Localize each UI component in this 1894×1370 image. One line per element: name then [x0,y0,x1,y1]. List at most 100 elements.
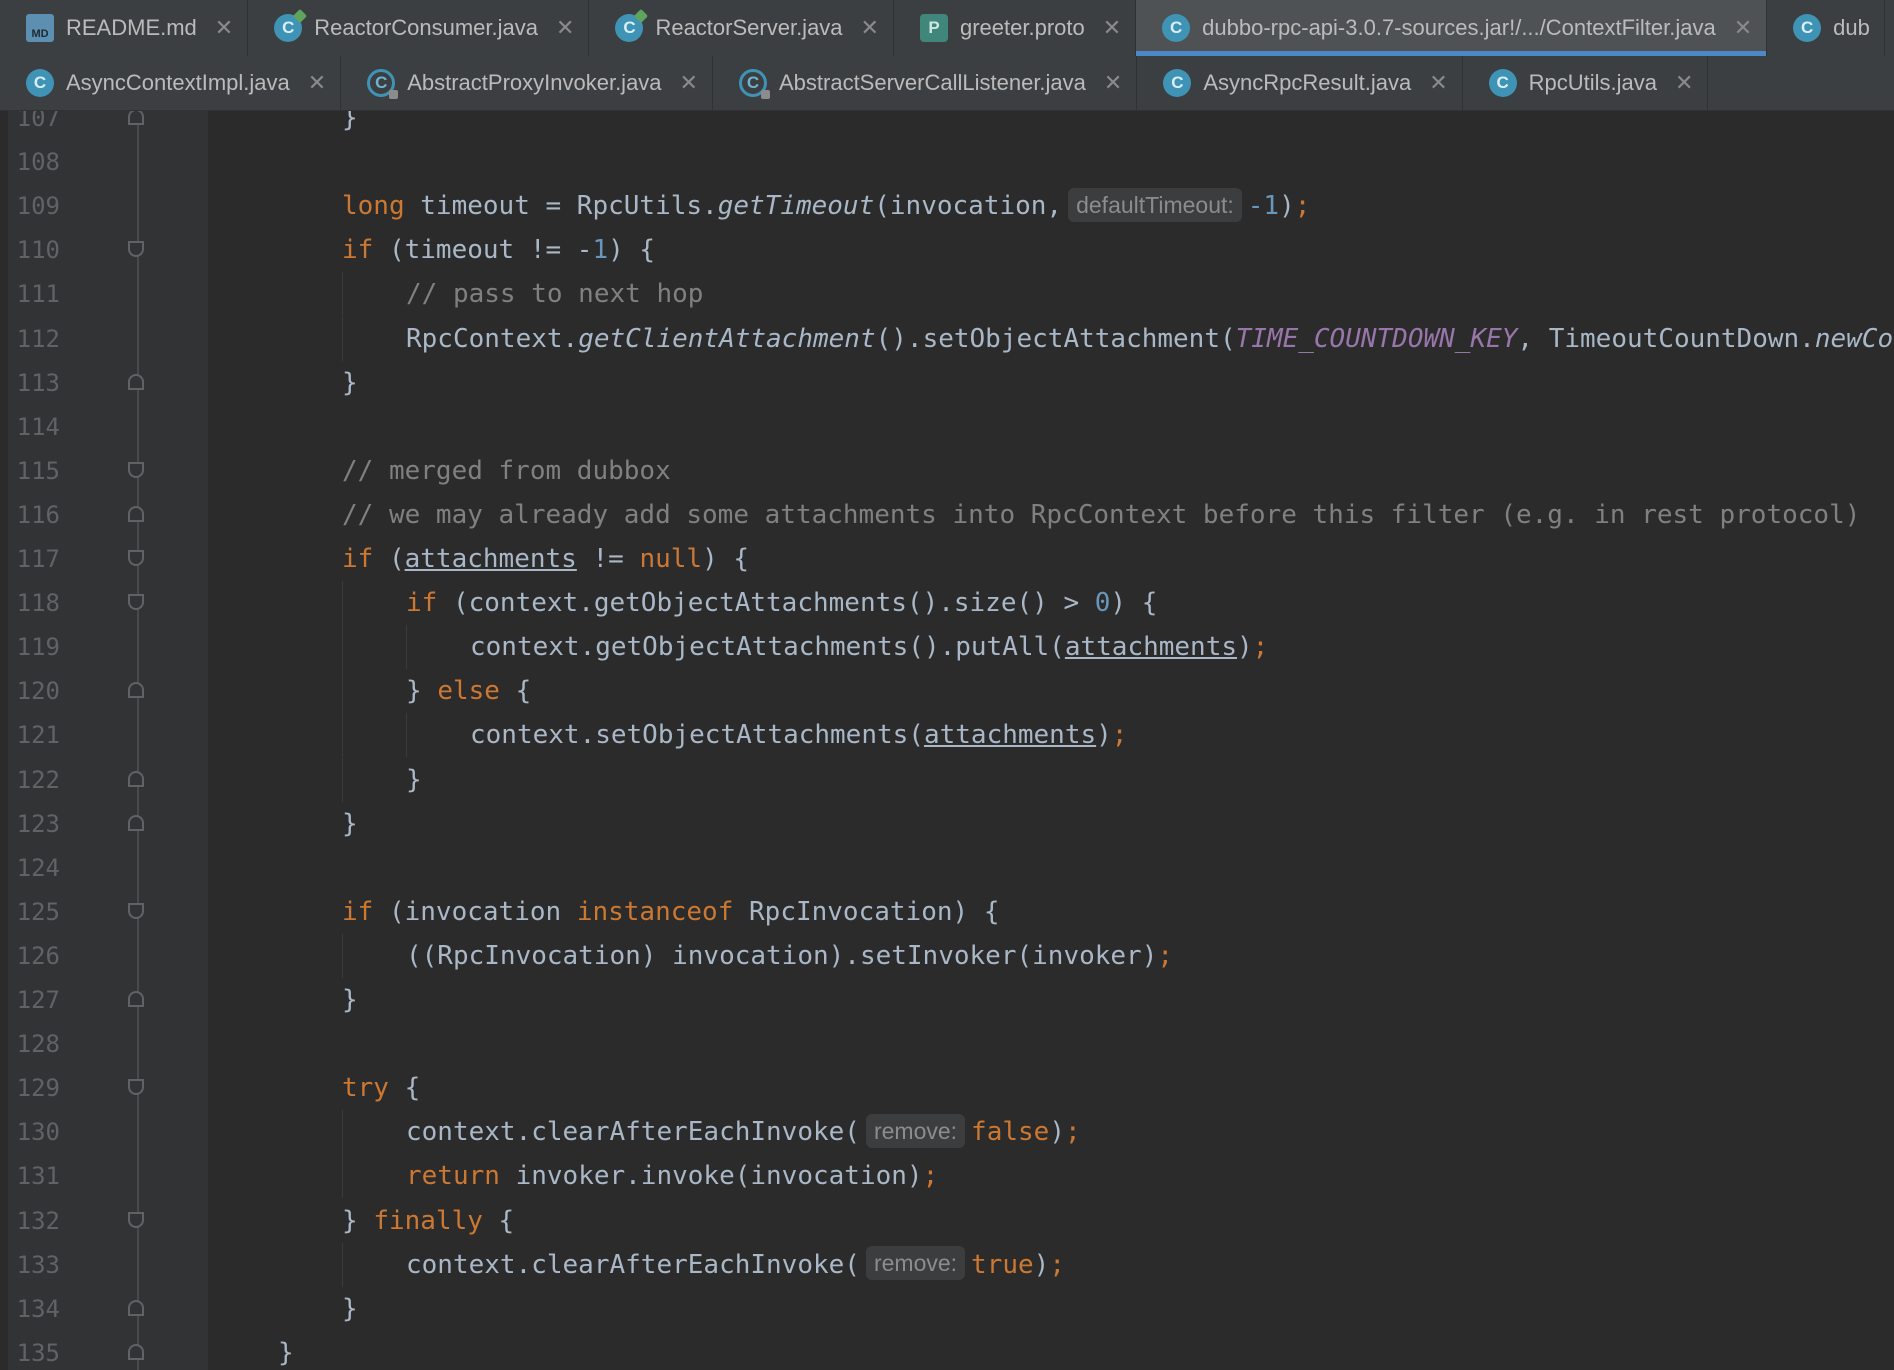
code-line[interactable]: 107} [0,111,1894,140]
code-line[interactable]: 130 context.clearAfterEachInvoke(remove: f… [0,1110,1894,1155]
code-line[interactable]: 129 try { [0,1066,1894,1110]
code-text: } [278,1287,358,1331]
code-line[interactable]: 131 return invoker.invoke(invocation); [0,1154,1894,1199]
fold-end-icon[interactable] [128,1343,144,1360]
close-tab-icon[interactable]: ✕ [215,17,233,39]
fold-open-icon[interactable] [128,550,144,566]
close-tab-icon[interactable]: ✕ [680,72,698,94]
code-line[interactable]: 111 // pass to next hop [0,272,1894,317]
fold-end-icon[interactable] [128,814,144,831]
code-line[interactable]: 133 context.clearAfterEachInvoke(remove: t… [0,1242,1894,1287]
code-line[interactable]: 124 [0,846,1894,890]
code-token: 1 [592,235,609,266]
code-line[interactable]: 119 context.getObjectAttachments().putAll… [0,625,1894,670]
code-token: { [499,676,532,707]
close-tab-icon[interactable]: ✕ [1734,17,1752,39]
fold-end-icon[interactable] [128,373,144,390]
indent-guide [278,272,342,316]
tab-greeter-proto[interactable]: Pgreeter.proto ✕ [894,0,1137,56]
code-token: ; [1294,191,1311,222]
indent-guide [278,890,342,934]
close-tab-icon[interactable]: ✕ [1104,72,1122,94]
code-line[interactable]: 109 long timeout = RpcUtils.getTimeout(in… [0,184,1894,228]
code-token: context.clearAfterEachInvoke( [406,1249,860,1280]
tab-dubbo-rpc-api-3-0-7-sources-jar-contextfilter-java[interactable]: Cdubbo-rpc-api-3.0.7-sources.jar!/.../Co… [1136,0,1768,56]
indent-guide [342,669,406,714]
code-line[interactable]: 126 ((RpcInvocation) invocation).setInvok… [0,933,1894,978]
tab-asyncrpcresult-java[interactable]: C AsyncRpcResult.java ✕ [1137,56,1463,110]
close-tab-icon[interactable]: ✕ [1675,72,1693,94]
indent-guide [278,111,342,140]
fold-end-icon[interactable] [128,505,144,522]
code-line[interactable]: 116 // we may already add some attachment… [0,493,1894,537]
tab-reactorconsumer-java[interactable]: C ReactorConsumer.java ✕ [248,0,590,56]
code-line[interactable]: 115 // merged from dubbox [0,449,1894,493]
fold-end-icon[interactable] [128,1299,144,1316]
code-line[interactable]: 121 context.setObjectAttachments(attachme… [0,713,1894,758]
fold-open-icon[interactable] [128,241,144,258]
code-line[interactable]: 127} [0,978,1894,1022]
fold-end-icon[interactable] [128,682,144,699]
tab-readme-md[interactable]: MD README.md ✕ [0,0,249,56]
code-token: ) { [1110,588,1158,619]
code-token: ; [1064,1117,1081,1148]
locked-class-icon: C [738,69,770,99]
fold-end-icon[interactable] [128,770,144,787]
code-line[interactable]: 118 if (context.getObjectAttachments().si… [0,581,1894,626]
code-line[interactable]: 114 [0,405,1894,449]
indent-guide [278,758,342,802]
tab-dub[interactable]: Cdub [1767,0,1885,56]
close-tab-icon[interactable]: ✕ [861,17,879,39]
indent-guide [278,493,342,537]
code-editor[interactable]: 107} 108 109 long timeout = RpcUtils.getTim… [0,111,1894,1370]
line-number: 121 [16,721,60,750]
tab-asynccontextimpl-java[interactable]: C AsyncContextImpl.java ✕ [0,56,342,110]
tab-abstractproxyinvoker-java[interactable]: C AbstractProxyInvoker.java ✕ [341,56,713,110]
code-token: } [342,808,358,839]
tab-label: AbstractServerCallListener.java [778,70,1086,95]
code-line[interactable]: 120} else { [0,669,1894,714]
code-line[interactable]: 113} [0,361,1894,405]
code-line[interactable]: 112 RpcContext.getClientAttachment().setO… [0,316,1894,361]
fold-open-icon[interactable] [128,461,144,478]
code-line[interactable]: 128 [0,1022,1894,1066]
line-number: 115 [16,456,60,485]
fold-open-icon[interactable] [128,594,144,611]
code-text: ((RpcInvocation) invocation).setInvoker(… [278,933,1173,978]
indent-guide [342,713,406,758]
code-line[interactable]: 132} finally { [0,1199,1894,1243]
code-line[interactable]: 135} [0,1331,1894,1370]
code-text: RpcContext.getClientAttachment().setObje… [278,316,1894,361]
code-line[interactable]: 134} [0,1287,1894,1331]
code-text: // pass to next hop [278,272,703,317]
tab-reactorserver-java[interactable]: C ReactorServer.java ✕ [589,0,894,56]
tab-rpcutils-java[interactable]: C RpcUtils.java ✕ [1463,56,1709,110]
line-number: 112 [16,324,60,353]
code-token: null [639,544,703,574]
fold-end-icon[interactable] [128,991,144,1007]
tab-label: dubbo-rpc-api-3.0.7-sources.jar!/.../Con… [1202,15,1716,40]
fold-open-icon[interactable] [128,1079,144,1096]
runnable-class-icon: C [274,14,303,42]
code-line[interactable]: 122} [0,757,1894,802]
fold-open-icon[interactable] [128,902,144,919]
close-tab-icon[interactable]: ✕ [556,17,574,39]
code-text: context.clearAfterEachInvoke(remove: true… [278,1242,1065,1287]
close-tab-icon[interactable]: ✕ [1103,17,1121,39]
fold-open-icon[interactable] [128,1211,144,1228]
code-token: timeout = RpcUtils. [404,191,718,222]
close-tab-icon[interactable]: ✕ [308,72,326,94]
code-line[interactable]: 125 if (invocation instanceof RpcInvocati… [0,890,1894,934]
code-line[interactable]: 117 if (attachments != null) { [0,537,1894,581]
code-token: attachments [404,544,577,574]
code-token: newCountDown [1814,323,1894,354]
line-number: 122 [16,765,60,794]
code-line[interactable]: 110 if (timeout != -1) { [0,228,1894,272]
fold-end-icon[interactable] [128,111,144,125]
code-line[interactable]: 123} [0,802,1894,846]
class-icon: C [26,69,54,97]
line-number: 114 [16,412,60,441]
tab-abstractservercalllistener-java[interactable]: C AbstractServerCallListener.java ✕ [713,56,1138,110]
code-line[interactable]: 108 [0,140,1894,184]
close-tab-icon[interactable]: ✕ [1429,72,1447,94]
